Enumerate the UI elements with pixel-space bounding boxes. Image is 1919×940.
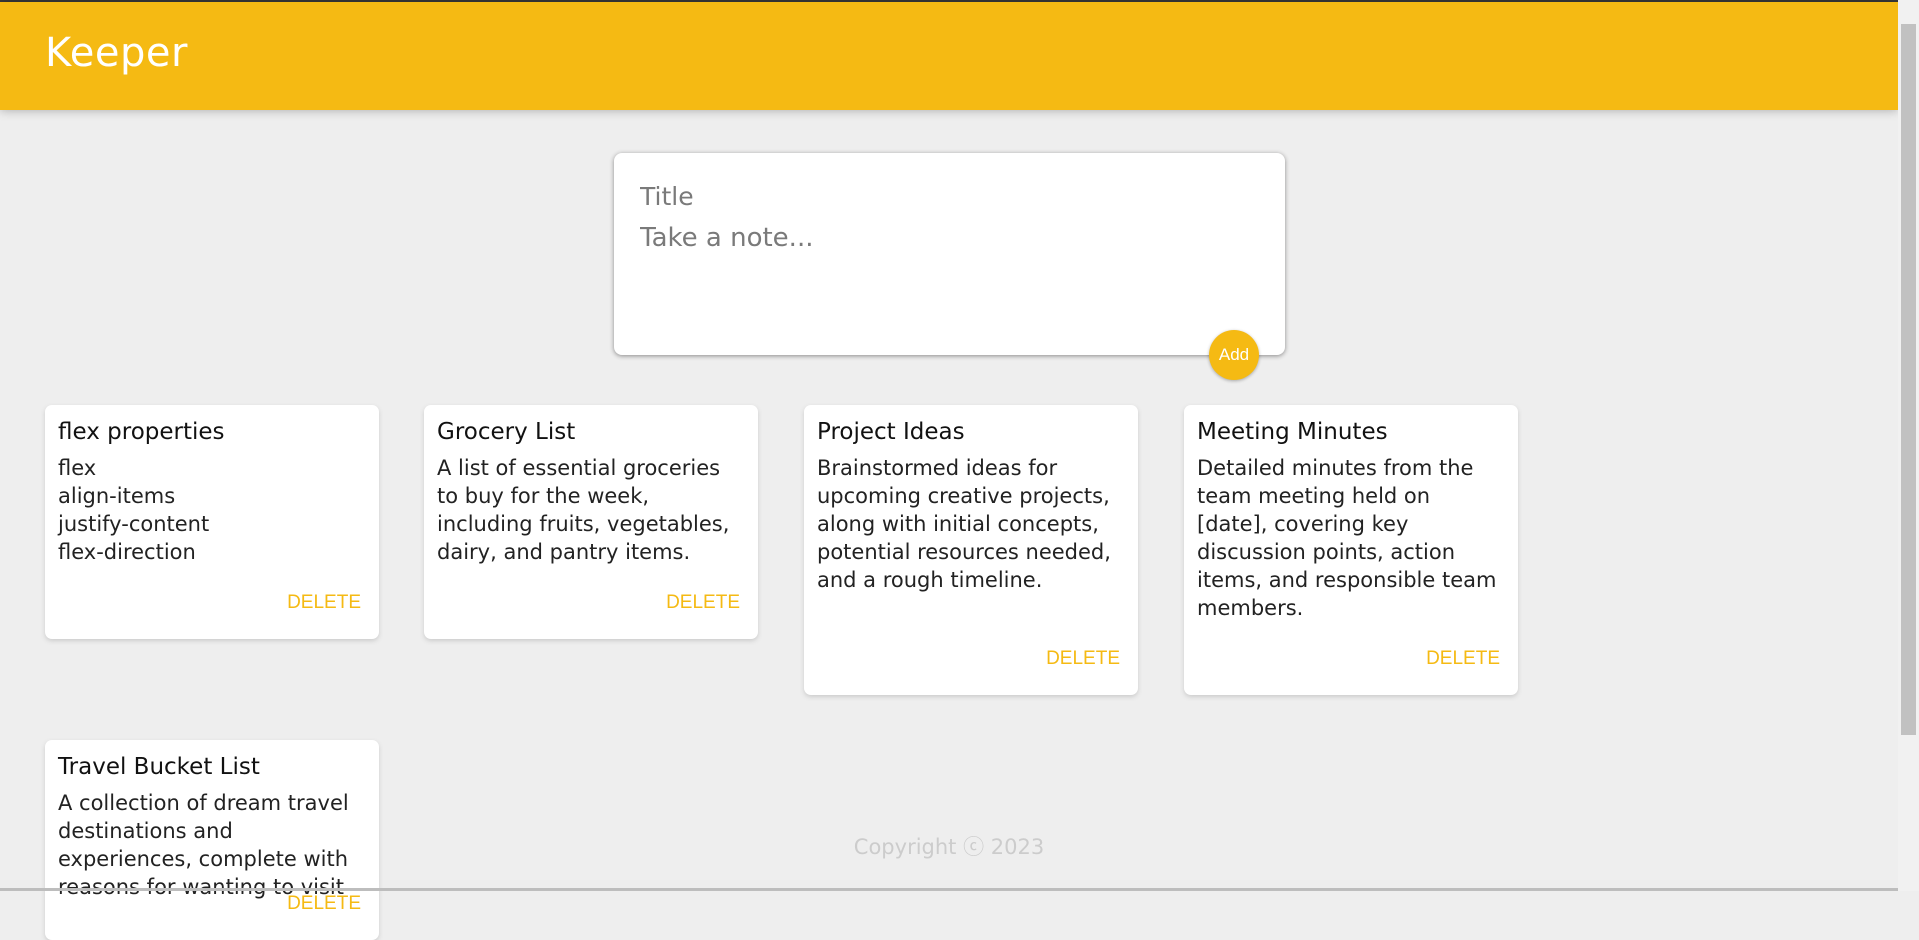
note-title: Grocery List [437,419,576,445]
note-content: A list of essential groceries to buy for… [437,456,730,564]
add-note-button[interactable]: Add [1209,330,1259,380]
note-title-input[interactable] [640,179,1260,213]
note-card: Project Ideas Brainstormed ideas for upc… [804,405,1138,695]
create-note-form [614,153,1285,355]
note-title: Meeting Minutes [1197,419,1388,445]
delete-note-button[interactable]: DELETE [287,893,361,915]
app-title: Keeper [45,30,188,76]
note-content: Detailed minutes from the team meeting h… [1197,456,1497,620]
note-title: Travel Bucket List [58,754,260,780]
app-header: Keeper [0,2,1898,110]
note-card: Meeting Minutes Detailed minutes from th… [1184,405,1518,695]
note-content: Brainstormed ideas for upcoming creative… [817,456,1111,592]
note-title: flex properties [58,419,225,445]
delete-note-button[interactable]: DELETE [666,592,740,614]
note-content: flex align-items justify-content flex-di… [58,456,210,564]
scrollbar-thumb[interactable] [1901,24,1916,735]
delete-note-button[interactable]: DELETE [1046,648,1120,670]
note-card: flex properties flex align-items justify… [45,405,379,639]
note-content-input[interactable] [640,223,1260,333]
footer-copyright: Copyright ⓒ 2023 [853,835,1045,859]
delete-note-button[interactable]: DELETE [287,592,361,614]
note-title: Project Ideas [817,419,965,445]
delete-note-button[interactable]: DELETE [1426,648,1500,670]
note-card: Grocery List A list of essential groceri… [424,405,758,639]
